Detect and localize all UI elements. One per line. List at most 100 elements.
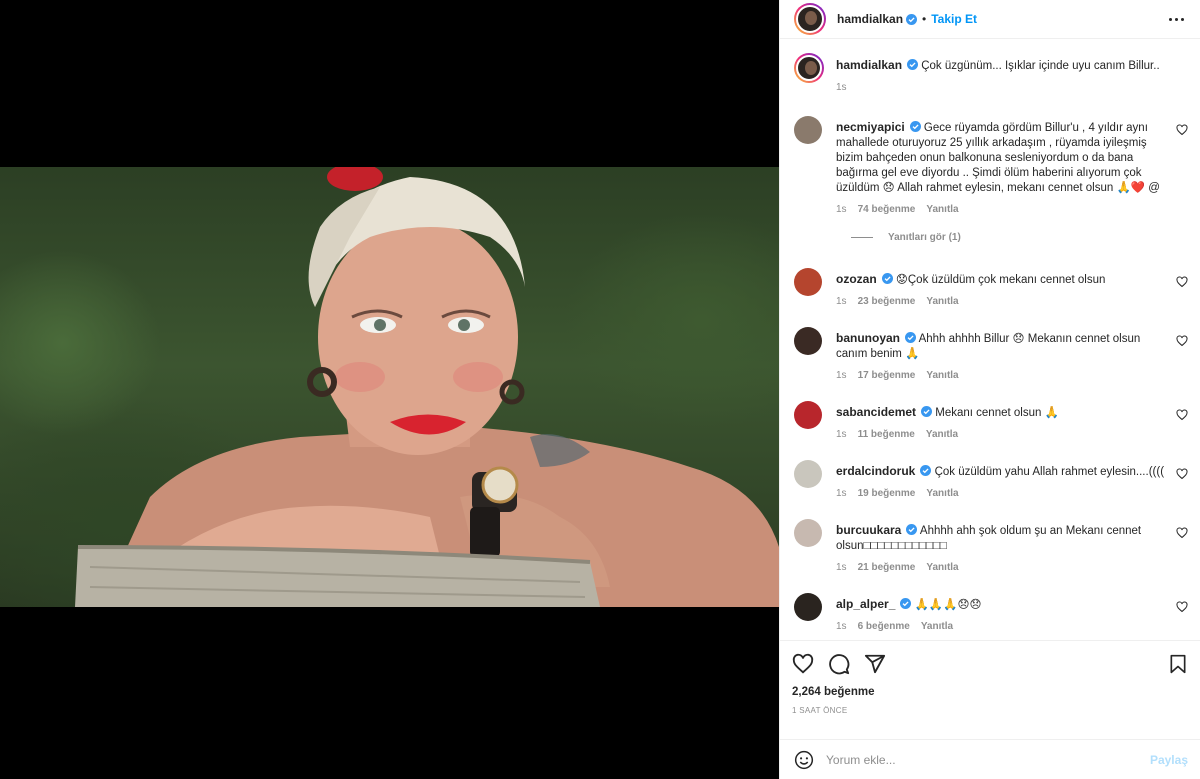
comment-item: alp_alper_ 🙏🙏🙏😞😞 1s 6 beğenme Yanıtla [794, 593, 1188, 632]
comment-username[interactable]: alp_alper_ [836, 597, 895, 611]
commenter-avatar[interactable] [794, 519, 822, 547]
verified-badge-icon [907, 59, 919, 70]
comment-username[interactable]: banunoyan [836, 331, 900, 345]
comment-time: 1s [836, 204, 847, 215]
comment-likes[interactable]: 19 beğenme [858, 488, 916, 499]
commenter-avatar[interactable] [794, 116, 822, 144]
comment-time: 1s [836, 562, 847, 573]
comment-username[interactable]: burcuukara [836, 523, 901, 537]
comment-meta: 1s 19 beğenme Yanıtla [836, 488, 1166, 499]
comment-like-heart-icon[interactable] [1176, 468, 1188, 480]
comment-item: sabancidemet Mekanı cennet olsun 🙏 1s 11… [794, 401, 1188, 440]
comment-like-heart-icon[interactable] [1176, 601, 1188, 613]
post-view: hamdialkan • Takip Et hamdialkan Çok üzg… [0, 0, 1200, 779]
emoji-icon[interactable] [794, 750, 814, 770]
comment-input[interactable] [826, 752, 1150, 767]
comment-likes[interactable]: 21 beğenme [858, 562, 916, 573]
post-timestamp: 1 SAAT ÖNCE [792, 706, 848, 715]
comment-like-heart-icon[interactable] [1176, 276, 1188, 288]
author-username[interactable]: hamdialkan [837, 12, 903, 26]
action-icons-row [792, 653, 1188, 675]
post-photo[interactable] [0, 167, 779, 607]
caption-text-row: hamdialkan Çok üzgünüm... Işıklar içinde… [836, 58, 1166, 74]
verified-badge-icon [900, 598, 912, 609]
comment-like-heart-icon[interactable] [1176, 335, 1188, 347]
verified-badge-icon [906, 524, 918, 535]
comment-text-row: erdalcindoruk Çok üzüldüm yahu Allah rah… [836, 464, 1166, 480]
verified-badge-icon [905, 332, 917, 343]
post-comment-button[interactable]: Paylaş [1150, 753, 1188, 767]
comment-reply-button[interactable]: Yanıtla [926, 370, 958, 381]
comment-username[interactable]: necmiyapici [836, 120, 905, 134]
post-actions: 2,264 beğenme 1 SAAT ÖNCE [780, 640, 1200, 739]
comment-meta: 1s 6 beğenme Yanıtla [836, 621, 1166, 632]
comments-list[interactable]: hamdialkan Çok üzgünüm... Işıklar içinde… [780, 39, 1200, 640]
share-icon[interactable] [864, 653, 886, 675]
comment-reply-button[interactable]: Yanıtla [926, 296, 958, 307]
author-avatar[interactable] [794, 3, 826, 35]
comment-likes[interactable]: 11 beğenme [858, 429, 915, 440]
verified-badge-icon [921, 406, 933, 417]
comment-meta: 1s 23 beğenme Yanıtla [836, 296, 1166, 307]
comment-likes[interactable]: 74 beğenme [858, 204, 916, 215]
caption-avatar[interactable] [794, 53, 824, 83]
bookmark-icon[interactable] [1168, 653, 1188, 675]
caption: hamdialkan Çok üzgünüm... Işıklar içinde… [794, 53, 1188, 93]
comment-text: Mekanı cennet olsun 🙏 [935, 407, 1059, 419]
post-media [0, 0, 779, 779]
post-likes-count[interactable]: 2,264 beğenme [792, 686, 1188, 698]
comment-text-row: ozozan 😟Çok üzüldüm çok mekanı cennet ol… [836, 272, 1166, 288]
comment-like-heart-icon[interactable] [1176, 124, 1188, 136]
comment-text-row: banunoyan Ahhh ahhhh Billur 😞 Mekanın ce… [836, 331, 1166, 362]
comment-time: 1s [836, 429, 847, 440]
commenter-avatar[interactable] [794, 327, 822, 355]
comment-text-row: sabancidemet Mekanı cennet olsun 🙏 [836, 405, 1166, 421]
comment-username[interactable]: ozozan [836, 272, 877, 286]
comment-reply-button[interactable]: Yanıtla [926, 429, 958, 440]
comment-meta: 1s 21 beğenme Yanıtla [836, 562, 1166, 573]
comment-meta: 1s 17 beğenme Yanıtla [836, 370, 1166, 381]
more-options-icon[interactable] [1165, 14, 1188, 25]
comment-reply-button[interactable]: Yanıtla [921, 621, 953, 632]
post-header: hamdialkan • Takip Et [780, 0, 1200, 39]
commenter-avatar[interactable] [794, 460, 822, 488]
comment-like-heart-icon[interactable] [1176, 527, 1188, 539]
caption-time: 1s [836, 82, 847, 93]
comment-text: Çok üzüldüm yahu Allah rahmet eylesin...… [934, 466, 1165, 478]
comment-likes[interactable]: 6 beğenme [858, 621, 910, 632]
verified-badge-icon [881, 273, 893, 284]
comment-text: 🙏🙏🙏😞😞 [914, 599, 982, 611]
comment-item: ozozan 😟Çok üzüldüm çok mekanı cennet ol… [794, 268, 1188, 307]
comment-time: 1s [836, 621, 847, 632]
comment-like-heart-icon[interactable] [1176, 409, 1188, 421]
comment-item: banunoyan Ahhh ahhhh Billur 😞 Mekanın ce… [794, 327, 1188, 381]
comment-text-row: alp_alper_ 🙏🙏🙏😞😞 [836, 597, 1166, 613]
comment-meta: 1s 74 beğenme Yanıtla [836, 204, 1166, 215]
comment-username[interactable]: sabancidemet [836, 405, 916, 419]
caption-meta: 1s [836, 82, 1166, 93]
caption-username[interactable]: hamdialkan [836, 58, 902, 72]
comment-icon[interactable] [828, 653, 850, 675]
view-replies-button[interactable]: Yanıtları gör (1) [851, 232, 1188, 243]
comment-meta: 1s 11 beğenme Yanıtla [836, 429, 1166, 440]
comment-item: erdalcindoruk Çok üzüldüm yahu Allah rah… [794, 460, 1188, 499]
follow-button[interactable]: Takip Et [931, 12, 977, 26]
commenter-avatar[interactable] [794, 401, 822, 429]
comment-reply-button[interactable]: Yanıtla [926, 204, 958, 215]
comment-text: 😟Çok üzüldüm çok mekanı cennet olsun [895, 274, 1106, 286]
post-side-panel: hamdialkan • Takip Et hamdialkan Çok üzg… [779, 0, 1200, 779]
commenter-avatar[interactable] [794, 268, 822, 296]
comment-likes[interactable]: 17 beğenme [858, 370, 916, 381]
comment-reply-button[interactable]: Yanıtla [926, 562, 958, 573]
comment-username[interactable]: erdalcindoruk [836, 464, 915, 478]
comment-text-row: burcuukara Ahhhh ahh şok oldum şu an Mek… [836, 523, 1166, 554]
commenter-avatar[interactable] [794, 593, 822, 621]
photo-illustration [75, 167, 779, 607]
comment-time: 1s [836, 370, 847, 381]
comment-likes[interactable]: 23 beğenme [858, 296, 916, 307]
comment-reply-button[interactable]: Yanıtla [926, 488, 958, 499]
verified-badge-icon [920, 465, 932, 476]
comment-time: 1s [836, 488, 847, 499]
heart-icon[interactable] [792, 653, 814, 675]
comment-time: 1s [836, 296, 847, 307]
